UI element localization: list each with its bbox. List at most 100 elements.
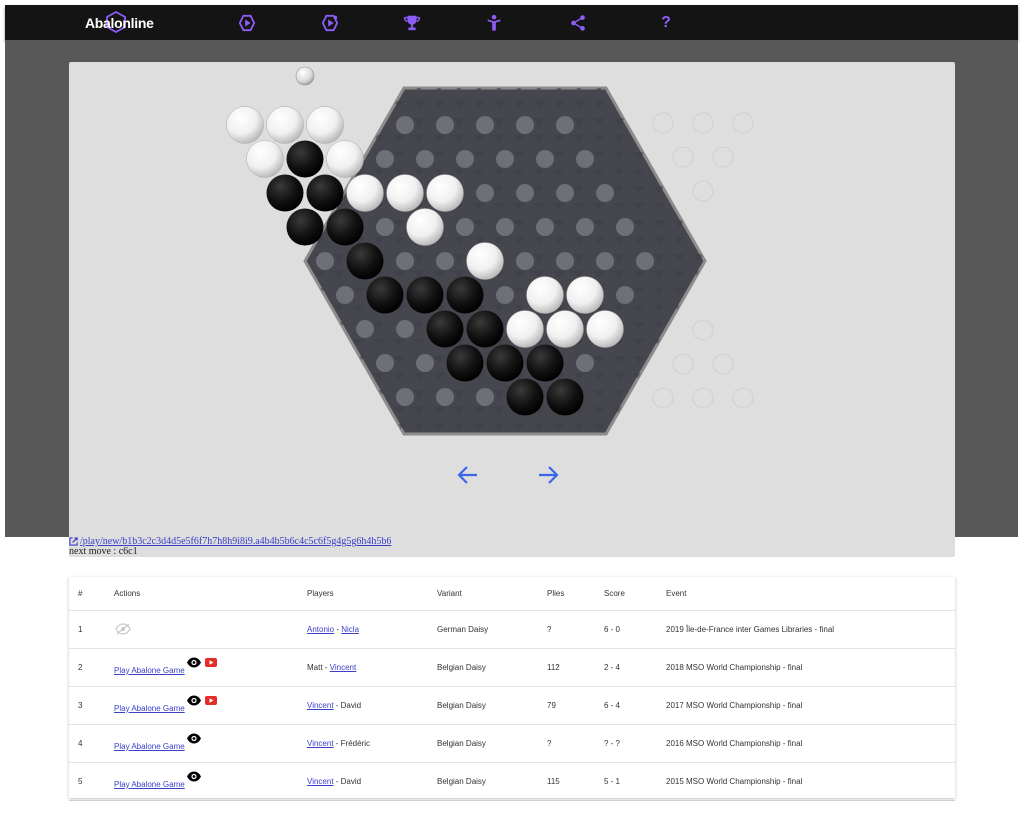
white-marble[interactable]	[426, 174, 464, 212]
abalone-board[interactable]	[69, 62, 955, 557]
share-icon[interactable]	[569, 14, 587, 32]
black-marble[interactable]	[286, 140, 324, 178]
board-hole[interactable]	[396, 320, 414, 338]
board-hole[interactable]	[476, 388, 494, 406]
play-game-link[interactable]: Play Abalone Game	[114, 666, 185, 675]
event-cell: 2019 Île-de-France inter Games Libraries…	[666, 610, 955, 649]
black-marble[interactable]	[306, 174, 344, 212]
black-marble[interactable]	[446, 276, 484, 314]
player-one[interactable]: Antonio	[307, 625, 334, 634]
black-marble[interactable]	[506, 378, 544, 416]
board-hole[interactable]	[356, 320, 374, 338]
player-two[interactable]: Nicla	[341, 625, 359, 634]
player-one[interactable]: Vincent	[307, 777, 334, 786]
white-marble[interactable]	[586, 310, 624, 348]
player-one[interactable]: Vincent	[307, 701, 334, 710]
white-marble[interactable]	[506, 310, 544, 348]
board-hole[interactable]	[396, 116, 414, 134]
board-hole[interactable]	[616, 218, 634, 236]
board-hole[interactable]	[576, 354, 594, 372]
black-marble[interactable]	[286, 208, 324, 246]
white-marble[interactable]	[226, 106, 264, 144]
board-hole[interactable]	[376, 218, 394, 236]
black-marble[interactable]	[366, 276, 404, 314]
logo[interactable]: Abalonline	[85, 5, 154, 40]
board-hole[interactable]	[576, 150, 594, 168]
eye-icon[interactable]	[186, 657, 202, 670]
board-hole[interactable]	[456, 150, 474, 168]
play-game-link[interactable]: Play Abalone Game	[114, 780, 185, 789]
board-hole[interactable]	[536, 150, 554, 168]
eye-icon[interactable]	[186, 771, 202, 784]
white-marble[interactable]	[246, 140, 284, 178]
board-hole[interactable]	[516, 116, 534, 134]
white-marble[interactable]	[566, 276, 604, 314]
help-icon[interactable]: ?	[657, 14, 675, 32]
board-hole[interactable]	[316, 252, 334, 270]
board-hole[interactable]	[496, 286, 514, 304]
black-marble[interactable]	[326, 208, 364, 246]
player-one[interactable]: Vincent	[307, 739, 334, 748]
board-hole[interactable]	[516, 252, 534, 270]
board-hole[interactable]	[476, 184, 494, 202]
black-marble[interactable]	[546, 378, 584, 416]
board-hole[interactable]	[556, 184, 574, 202]
board-hole[interactable]	[416, 150, 434, 168]
board-hole[interactable]	[336, 286, 354, 304]
board-hole[interactable]	[376, 150, 394, 168]
eye-off-icon[interactable]	[115, 622, 131, 637]
board-hole[interactable]	[596, 184, 614, 202]
white-marble[interactable]	[266, 106, 304, 144]
youtube-icon[interactable]	[204, 696, 217, 707]
white-marble[interactable]	[306, 106, 344, 144]
white-marble[interactable]	[466, 242, 504, 280]
board-hole[interactable]	[496, 218, 514, 236]
black-marble[interactable]	[266, 174, 304, 212]
board-hole[interactable]	[496, 150, 514, 168]
board-hole[interactable]	[636, 252, 654, 270]
white-marble[interactable]	[386, 174, 424, 212]
black-marble[interactable]	[426, 310, 464, 348]
board-hole[interactable]	[536, 218, 554, 236]
board-hole[interactable]	[436, 116, 454, 134]
black-marble[interactable]	[486, 344, 524, 382]
trophy-icon[interactable]	[403, 14, 421, 32]
play-circle-icon[interactable]	[238, 14, 256, 32]
eye-icon[interactable]	[186, 695, 202, 708]
header-plies: Plies	[547, 577, 604, 611]
play-circle-icon[interactable]	[321, 14, 339, 32]
board-hole[interactable]	[456, 218, 474, 236]
board-hole[interactable]	[436, 388, 454, 406]
white-marble[interactable]	[546, 310, 584, 348]
person-icon[interactable]	[485, 14, 503, 32]
board-hole[interactable]	[376, 354, 394, 372]
white-marble[interactable]	[326, 140, 364, 178]
white-marble[interactable]	[346, 174, 384, 212]
white-marble[interactable]	[406, 208, 444, 246]
eye-icon[interactable]	[186, 733, 202, 746]
black-marble[interactable]	[406, 276, 444, 314]
next-move-button[interactable]	[535, 462, 561, 488]
board-hole[interactable]	[556, 252, 574, 270]
black-marble[interactable]	[446, 344, 484, 382]
black-marble[interactable]	[346, 242, 384, 280]
player-two[interactable]: Vincent	[330, 663, 357, 672]
black-marble[interactable]	[466, 310, 504, 348]
board-hole[interactable]	[576, 218, 594, 236]
board-hole[interactable]	[516, 184, 534, 202]
play-game-link[interactable]: Play Abalone Game	[114, 704, 185, 713]
black-marble[interactable]	[526, 344, 564, 382]
board-hole[interactable]	[616, 286, 634, 304]
board-hole[interactable]	[416, 354, 434, 372]
previous-move-button[interactable]	[455, 462, 481, 488]
play-game-link[interactable]: Play Abalone Game	[114, 742, 185, 751]
board-hole[interactable]	[596, 252, 614, 270]
white-marble[interactable]	[526, 276, 564, 314]
board-hole[interactable]	[396, 252, 414, 270]
board-hole[interactable]	[556, 116, 574, 134]
youtube-icon[interactable]	[204, 658, 217, 669]
actions-cell	[114, 610, 307, 649]
board-hole[interactable]	[476, 116, 494, 134]
board-hole[interactable]	[396, 388, 414, 406]
board-hole[interactable]	[436, 252, 454, 270]
